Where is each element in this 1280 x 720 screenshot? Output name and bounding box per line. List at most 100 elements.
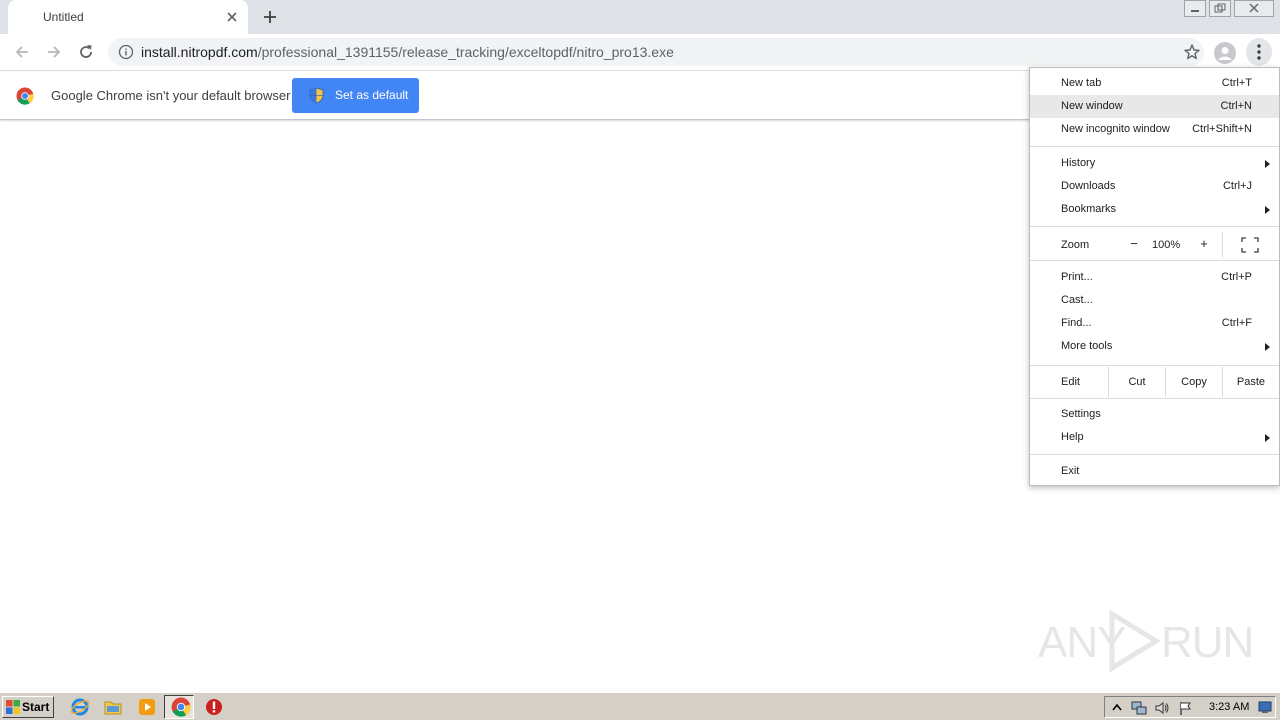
menu-item-new-incognito-window[interactable]: New incognito window Ctrl+Shift+N <box>1030 118 1279 141</box>
submenu-arrow-icon <box>1265 434 1270 442</box>
tab-title: Untitled <box>43 10 84 24</box>
start-button[interactable]: Start <box>2 696 54 718</box>
zoom-value: 100% <box>1152 239 1181 251</box>
internet-explorer-icon[interactable] <box>70 697 90 717</box>
show-desktop-icon[interactable] <box>1258 700 1272 714</box>
menu-item-shortcut: Ctrl+Shift+N <box>1192 123 1252 135</box>
tab-strip: Untitled <box>0 0 1280 34</box>
menu-item-label: Settings <box>1061 408 1101 420</box>
menu-item-label: Print... <box>1061 271 1093 283</box>
menu-item-shortcut: Ctrl+T <box>1221 77 1252 89</box>
taskbar: Start 3:23 AM <box>0 692 1280 720</box>
zoom-label: Zoom <box>1061 239 1090 251</box>
url-text[interactable]: install.nitropdf.com/professional_139115… <box>141 44 674 60</box>
menu-item-label: New tab <box>1061 77 1102 89</box>
stop-sign-icon[interactable] <box>204 697 224 717</box>
anyrun-watermark: ANY RUN <box>1038 606 1254 672</box>
url-host: install.nitropdf.com <box>141 44 258 60</box>
minimize-button[interactable] <box>1184 0 1206 17</box>
cut-button[interactable]: Cut <box>1108 367 1165 397</box>
avatar-icon <box>1218 47 1232 60</box>
taskbar-chrome-button[interactable] <box>164 695 194 719</box>
media-player-icon[interactable] <box>137 697 157 717</box>
infobar-message: Google Chrome isn't your default browser <box>51 88 291 103</box>
menu-item-more-tools[interactable]: More tools <box>1030 335 1279 358</box>
menu-separator <box>1030 398 1279 399</box>
fullscreen-icon[interactable] <box>1241 237 1259 253</box>
menu-item-shortcut: Ctrl+F <box>1221 317 1252 329</box>
minimize-icon <box>1191 10 1199 12</box>
divider <box>1222 232 1223 258</box>
menu-item-label: Exit <box>1061 465 1080 477</box>
show-hidden-icons-icon[interactable] <box>1109 700 1125 716</box>
menu-item-downloads[interactable]: Downloads Ctrl+J <box>1030 175 1279 198</box>
play-logo-icon <box>1109 610 1161 672</box>
set-as-default-label: Set as default <box>335 88 409 102</box>
menu-separator <box>1030 260 1279 261</box>
menu-item-cast[interactable]: Cast... <box>1030 289 1279 312</box>
start-label: Start <box>22 700 50 714</box>
window-close-button[interactable] <box>1234 0 1274 17</box>
close-icon <box>1249 3 1259 13</box>
submenu-arrow-icon <box>1265 160 1270 168</box>
set-as-default-button[interactable]: Set as default <box>292 78 419 113</box>
menu-separator <box>1030 454 1279 455</box>
menu-separator <box>1030 146 1279 147</box>
menu-item-settings[interactable]: Settings <box>1030 403 1279 426</box>
profile-avatar[interactable] <box>1214 42 1236 64</box>
taskbar-clock[interactable]: 3:23 AM <box>1209 701 1249 713</box>
menu-item-shortcut: Ctrl+P <box>1221 271 1252 283</box>
zoom-out-button[interactable]: − <box>1127 236 1141 252</box>
menu-item-help[interactable]: Help <box>1030 426 1279 449</box>
tab-untitled[interactable]: Untitled <box>8 0 248 34</box>
menu-item-label: Find... <box>1061 317 1092 329</box>
menu-item-label: Help <box>1061 431 1084 443</box>
zoom-in-button[interactable]: + <box>1197 236 1211 252</box>
chrome-icon <box>171 697 191 717</box>
new-tab-plus-icon[interactable] <box>260 7 280 27</box>
menu-item-new-window[interactable]: New window Ctrl+N <box>1030 95 1279 118</box>
restore-icon <box>1214 3 1226 13</box>
menu-item-bookmarks[interactable]: Bookmarks <box>1030 198 1279 221</box>
forward-arrow-icon[interactable] <box>44 42 64 62</box>
reload-icon[interactable] <box>76 42 96 62</box>
url-path: /professional_1391155/release_tracking/e… <box>257 44 674 60</box>
menu-item-label: Bookmarks <box>1061 203 1117 215</box>
menu-item-find[interactable]: Find... Ctrl+F <box>1030 312 1279 335</box>
uac-shield-icon <box>309 87 324 104</box>
toolbar: install.nitropdf.com/professional_139115… <box>0 34 1280 71</box>
info-icon[interactable] <box>118 44 134 60</box>
zoom-row: Zoom − 100% + <box>1030 232 1279 258</box>
system-tray: 3:23 AM <box>1104 696 1276 718</box>
more-vertical-icon <box>1257 44 1261 60</box>
menu-item-label: New window <box>1061 100 1123 112</box>
menu-separator <box>1030 226 1279 227</box>
address-bar[interactable]: install.nitropdf.com/professional_139115… <box>108 38 1204 66</box>
bookmark-star-icon[interactable] <box>1183 43 1201 61</box>
volume-icon[interactable] <box>1154 700 1170 716</box>
menu-item-new-tab[interactable]: New tab Ctrl+T <box>1030 72 1279 95</box>
menu-item-print[interactable]: Print... Ctrl+P <box>1030 266 1279 289</box>
chrome-main-menu: New tab Ctrl+T New window Ctrl+N New inc… <box>1029 67 1280 486</box>
menu-item-label: History <box>1061 157 1096 169</box>
menu-item-label: New incognito window <box>1061 123 1170 135</box>
edit-row: Edit Cut Copy Paste <box>1030 367 1279 397</box>
menu-separator <box>1030 365 1279 366</box>
chrome-menu-button[interactable] <box>1246 38 1272 66</box>
close-icon[interactable] <box>224 9 240 25</box>
restore-button[interactable] <box>1209 0 1231 17</box>
menu-item-label: Downloads <box>1061 180 1116 192</box>
back-arrow-icon[interactable] <box>12 42 32 62</box>
watermark-text-run: RUN <box>1161 618 1254 667</box>
action-center-flag-icon[interactable] <box>1178 700 1194 716</box>
windows-logo-icon <box>6 700 20 714</box>
chrome-logo-icon <box>16 87 34 105</box>
copy-button[interactable]: Copy <box>1165 367 1222 397</box>
menu-item-exit[interactable]: Exit <box>1030 460 1279 483</box>
menu-item-shortcut: Ctrl+N <box>1220 100 1252 112</box>
menu-item-label: More tools <box>1061 340 1113 352</box>
menu-item-history[interactable]: History <box>1030 152 1279 175</box>
file-explorer-icon[interactable] <box>103 697 123 717</box>
paste-button[interactable]: Paste <box>1222 367 1279 397</box>
network-icon[interactable] <box>1131 700 1147 716</box>
